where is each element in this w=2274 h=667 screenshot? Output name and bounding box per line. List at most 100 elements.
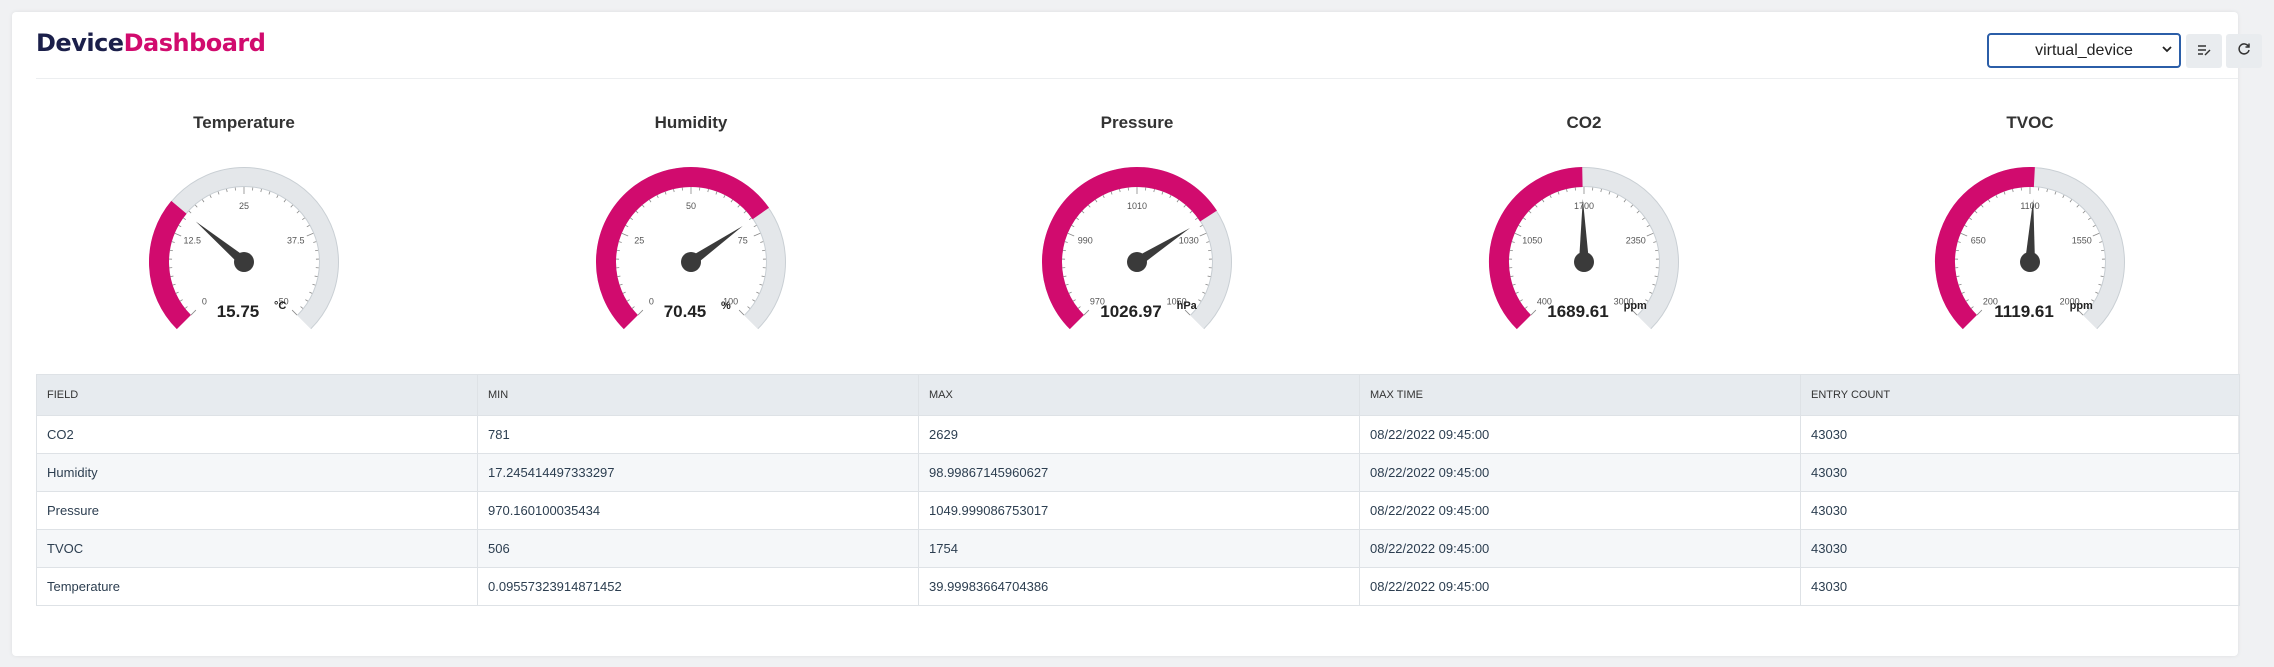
gauge-unit: % <box>721 300 731 312</box>
column-header-max-time[interactable]: MAX TIME <box>1359 375 1801 416</box>
gauge-tick <box>309 291 313 294</box>
gauge-tick-label: 25 <box>239 201 249 211</box>
column-header-field[interactable]: FIELD <box>37 375 478 416</box>
gauge-tick <box>1523 217 1526 221</box>
gauge-tick <box>312 283 316 286</box>
gauge-tick <box>260 188 262 193</box>
brand-logo: DeviceDashboard <box>36 29 266 57</box>
device-select-value: virtual_device <box>2035 41 2133 59</box>
gauge-tick-label: 1700 <box>1574 201 1594 211</box>
gauge-unit: ppm <box>2070 300 2093 312</box>
gauge-tick <box>1960 232 1968 237</box>
gauge-tick <box>190 309 197 316</box>
gauge-title: CO2 <box>1567 113 1602 132</box>
gauge-tick <box>1205 283 1209 286</box>
gauge-tick <box>621 232 629 237</box>
gauge-tick <box>759 283 763 286</box>
gauge-title: TVOC <box>2006 113 2053 132</box>
dashboard-header: DeviceDashboard virtual_device <box>36 12 2262 79</box>
gauge-tick-label: 37.5 <box>287 236 305 246</box>
gauge-tick <box>291 309 298 316</box>
gauge-tick <box>752 299 756 302</box>
cell-entry-count: 43030 <box>1800 529 2239 568</box>
gauge-tick <box>753 232 761 237</box>
gauge-tick <box>217 191 220 195</box>
gauge-tick <box>2099 241 2103 243</box>
gauge-tick <box>1524 306 1528 309</box>
gauge-tick <box>630 217 633 221</box>
column-header-min[interactable]: MIN <box>477 375 919 416</box>
gauge-title: Pressure <box>1101 113 1174 132</box>
gauge-tick <box>1202 291 1206 294</box>
gauge-tick <box>641 204 645 208</box>
gauge-tick-label: 1100 <box>2020 201 2039 211</box>
gauge-tick-label: 50 <box>686 201 696 211</box>
gauge-tick <box>1183 204 1187 208</box>
cell-max-time: 08/22/2022 09:45:00 <box>1359 529 1801 568</box>
gauge-tick <box>296 210 300 214</box>
gauge-tick <box>2076 204 2080 208</box>
gauge-tick <box>1970 306 1974 309</box>
gauge-tick <box>305 299 309 302</box>
gauge-tick <box>209 194 212 199</box>
gauge-tick <box>268 191 271 195</box>
gauge-tick <box>749 217 752 221</box>
gauge-tick-label: 1550 <box>2072 236 2092 246</box>
refresh-button[interactable] <box>2226 34 2262 68</box>
gauge-tick <box>170 275 174 278</box>
cell-max: 2629 <box>918 415 1360 454</box>
gauge-tick <box>1616 194 1619 199</box>
gauge-tick <box>1514 232 1522 237</box>
cell-field: Humidity <box>37 453 478 492</box>
gauge-tick <box>1549 194 1552 199</box>
cell-max: 1049.999086753017 <box>918 491 1360 530</box>
gauge-tick <box>618 241 622 243</box>
gauge-tick <box>1119 188 1121 193</box>
gauge-tick <box>1976 309 1983 316</box>
gauge-tick <box>1094 199 1098 203</box>
gauge-svg: Temperature012.52537.55015.75 °C <box>149 113 339 330</box>
gauge-tick <box>1557 191 1560 195</box>
gauge-tick <box>2012 188 2014 193</box>
column-header-max[interactable]: MAX <box>918 375 1360 416</box>
gauge-tick <box>1969 217 1972 221</box>
gauge-tick <box>1541 199 1545 203</box>
gauge-tick <box>1653 241 1657 243</box>
gauge-tick <box>1649 291 1653 294</box>
cell-min: 781 <box>477 415 919 454</box>
cell-max: 39.99983664704386 <box>918 567 1360 605</box>
gauge-tick <box>175 291 179 294</box>
gauge-tick <box>1206 241 1210 243</box>
gauge-tick <box>174 232 182 237</box>
gauge-tick <box>2046 188 2048 193</box>
gauge-tick <box>302 217 305 221</box>
gauge-tick <box>1534 204 1538 208</box>
gauge-tick <box>1566 188 1568 193</box>
cell-entry-count: 43030 <box>1800 453 2239 492</box>
gauge-tick-label: 1050 <box>1522 236 1542 246</box>
gauge-tick <box>1176 199 1180 203</box>
gauge-tick <box>1654 275 1658 278</box>
gauge-tick <box>1110 191 1113 195</box>
gauge-svg: Humidity025507510070.45% <box>596 113 786 330</box>
gauge-tick <box>1958 283 1962 286</box>
gauge-tick <box>1510 275 1514 278</box>
refresh-icon <box>2237 42 2251 60</box>
gauge-tick-label: 12.5 <box>183 236 201 246</box>
table-row: Humidity 17.245414497333297 98.998671459… <box>37 453 2239 492</box>
column-header-entry-count[interactable]: ENTRY COUNT <box>1800 375 2239 416</box>
gauge-needle-hub <box>1574 252 1594 272</box>
list-edit-button[interactable] <box>2186 34 2222 68</box>
cell-max-time: 08/22/2022 09:45:00 <box>1359 453 1801 492</box>
gauge-needle-hub <box>2020 252 2040 272</box>
gauge-tick <box>1646 225 1650 228</box>
device-select[interactable]: virtual_device <box>1987 33 2181 68</box>
gauge-tick-label: 1010 <box>1127 201 1147 211</box>
gauge-tick <box>1169 194 1172 199</box>
gauge-tick <box>306 232 314 237</box>
gauge-value: 15.75 <box>217 302 260 321</box>
gauge-tick <box>753 225 757 228</box>
gauge-tick <box>1515 291 1519 294</box>
gauge-tick <box>1956 275 1960 278</box>
table-row: TVOC 506 1754 08/22/2022 09:45:00 43030 <box>37 529 2239 568</box>
